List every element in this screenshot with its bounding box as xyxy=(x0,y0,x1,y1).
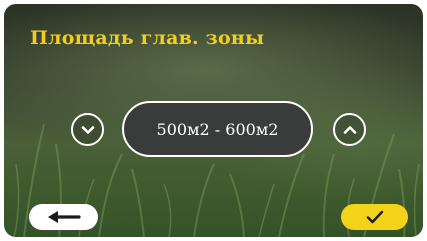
arrow-left-icon xyxy=(47,210,81,224)
value-display: 500м2 - 600м2 xyxy=(122,101,313,157)
chevron-down-icon xyxy=(80,122,96,138)
confirm-button[interactable] xyxy=(341,204,408,230)
decrease-button[interactable] xyxy=(71,113,104,146)
page-title: Площадь глав. зоны xyxy=(30,27,265,49)
chevron-up-icon xyxy=(342,122,358,138)
back-button[interactable] xyxy=(29,204,98,230)
checkmark-icon xyxy=(366,210,384,224)
value-text: 500м2 - 600м2 xyxy=(156,119,279,139)
increase-button[interactable] xyxy=(333,113,366,146)
